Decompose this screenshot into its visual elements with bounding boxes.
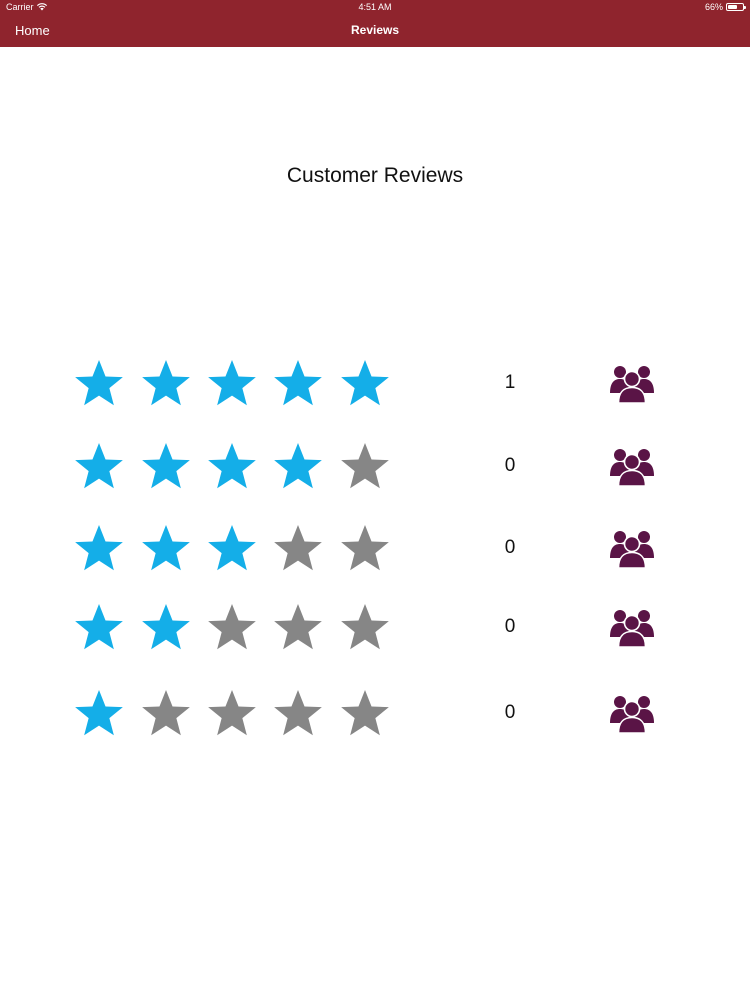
star-filled-icon (139, 439, 193, 493)
star-empty-icon (205, 686, 259, 740)
star-empty-icon (271, 521, 325, 575)
star-filled-icon (139, 356, 193, 410)
star-rating (0, 518, 420, 578)
status-bar: Carrier 4:51 AM 66% (0, 0, 750, 14)
star-filled-icon (72, 600, 126, 654)
star-filled-icon (72, 439, 126, 493)
people-group-icon[interactable] (609, 362, 655, 404)
star-filled-icon (139, 600, 193, 654)
rating-row-1-stars[interactable]: 0 (0, 683, 750, 743)
star-filled-icon (271, 439, 325, 493)
star-empty-icon (205, 600, 259, 654)
star-filled-icon (72, 686, 126, 740)
navigation-bar: Home Reviews (0, 14, 750, 47)
star-rating (0, 436, 420, 496)
rating-row-4-stars[interactable]: 0 (0, 436, 750, 496)
rating-row-2-stars[interactable]: 0 (0, 597, 750, 657)
people-group-icon[interactable] (609, 527, 655, 569)
star-rating (0, 353, 420, 413)
people-group-icon[interactable] (609, 606, 655, 648)
star-empty-icon (338, 521, 392, 575)
star-empty-icon (338, 686, 392, 740)
star-filled-icon (72, 521, 126, 575)
star-empty-icon (338, 600, 392, 654)
page-title: Customer Reviews (286, 164, 464, 187)
star-filled-icon (338, 356, 392, 410)
battery-fill (728, 5, 737, 9)
nav-title: Reviews (350, 23, 400, 37)
star-filled-icon (205, 439, 259, 493)
rating-row-3-stars[interactable]: 0 (0, 518, 750, 578)
people-group-icon[interactable] (609, 445, 655, 487)
battery-indicator: 66% (704, 0, 746, 14)
star-empty-icon (338, 439, 392, 493)
star-filled-icon (205, 521, 259, 575)
star-rating (0, 597, 420, 657)
home-back-button[interactable]: Home (15, 14, 50, 47)
star-filled-icon (139, 521, 193, 575)
star-empty-icon (271, 686, 325, 740)
review-count: 0 (504, 455, 516, 476)
star-rating (0, 683, 420, 743)
status-time: 4:51 AM (358, 2, 392, 12)
review-count: 0 (504, 616, 516, 637)
rating-row-5-stars[interactable]: 1 (0, 353, 750, 413)
star-empty-icon (139, 686, 193, 740)
star-filled-icon (271, 356, 325, 410)
review-count: 0 (504, 702, 516, 723)
battery-percent: 66% (704, 2, 723, 12)
star-empty-icon (271, 600, 325, 654)
battery-icon (726, 3, 746, 11)
people-group-icon[interactable] (609, 692, 655, 734)
star-filled-icon (72, 356, 126, 410)
review-count: 1 (504, 372, 516, 393)
star-filled-icon (205, 356, 259, 410)
top-bar: Carrier 4:51 AM 66% Home Reviews (0, 0, 750, 47)
review-count: 0 (504, 537, 516, 558)
